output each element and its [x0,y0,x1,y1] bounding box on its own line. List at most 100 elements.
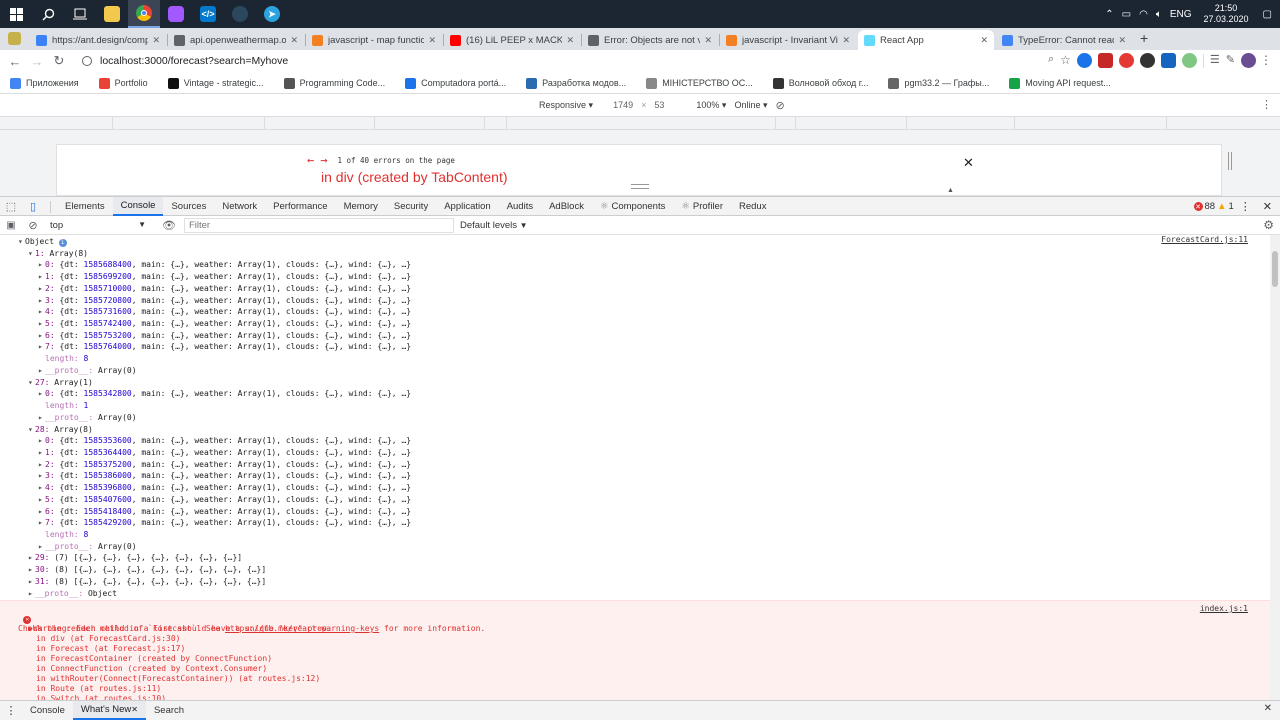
extension-new-icon[interactable] [1160,53,1176,68]
rotate-icon[interactable]: ⊘ [775,99,784,112]
extension-pin-icon[interactable] [8,32,21,45]
react-keys-link[interactable]: https://fb.me/react-warning-keys [225,624,379,633]
windows-start-icon[interactable] [0,0,32,28]
device-height-input[interactable]: 53 [654,100,664,110]
source-link[interactable]: ForecastCard.js:11 [1161,235,1248,244]
expand-triangle-icon[interactable]: ▸ [38,435,45,447]
console-tree-row[interactable]: ▾ 27: Array(1) [28,377,93,389]
browser-tab[interactable]: api.openweathermap.org/d✕ [168,30,304,50]
devtools-tab-adblock[interactable]: AdBlock [541,197,592,216]
zoom-icon[interactable]: ⌕ [1048,53,1054,68]
expand-triangle-icon[interactable]: ▸ [28,576,35,588]
console-tree-row[interactable]: ▸ 5: {dt: 1585407600, main: {…}, weather:… [38,494,411,506]
console-tree-row[interactable]: ▸ 3: {dt: 1585386000, main: {…}, weather:… [38,470,411,482]
expand-triangle-icon[interactable]: ▸ [28,552,35,564]
device-width-input[interactable]: 1749 [613,100,633,110]
collapse-triangle-icon[interactable]: ▾ [18,236,25,248]
expand-triangle-icon[interactable]: ▸ [38,541,45,553]
expand-triangle-icon[interactable]: ▸ [38,412,45,424]
bookmark-star-icon[interactable]: ☆ [1060,53,1071,68]
console-tree-row[interactable]: ▸ __proto__: Array(0) [38,412,137,424]
devtools-tab-components[interactable]: ⚛ Components [592,197,673,216]
collapse-triangle-icon[interactable]: ▾ [28,248,35,260]
network-throttle-select[interactable]: Online ▾ [734,100,767,111]
next-error-icon[interactable]: → [320,153,327,167]
console-tree-row[interactable]: ▾ Object i [18,236,67,248]
bookmark-item[interactable]: Programming Code... [283,77,385,89]
expand-triangle-icon[interactable]: ▸ [38,318,45,330]
console-tree-row[interactable]: ▸ 4: {dt: 1585731600, main: {…}, weather:… [38,306,411,318]
chevron-up-icon[interactable]: ⌃ [1105,9,1113,20]
browser-tab[interactable]: javascript - Invariant Violat ✕ [720,30,856,50]
console-tree-row[interactable]: ▸ __proto__: Array(0) [38,365,137,377]
error-count-badge[interactable]: ✕ 88 ▲ 1 [1193,201,1234,212]
page-info-icon[interactable] [82,56,92,66]
resize-handle-bottom[interactable] [631,184,649,189]
tab-close-icon[interactable]: ✕ [842,35,850,46]
expand-triangle-icon[interactable]: ▸ [38,295,45,307]
forward-icon[interactable]: → [26,50,48,72]
console-tree-row[interactable]: ▾ 28: Array(8) [28,424,93,436]
expand-triangle-icon[interactable]: ▸ [38,283,45,295]
notifications-icon[interactable]: ▢ [1263,9,1272,20]
extension-camera-icon[interactable] [1097,53,1113,68]
expand-triangle-icon[interactable]: ▸ [38,388,45,400]
console-tree-row[interactable]: ▸ 5: {dt: 1585742400, main: {…}, weather:… [38,318,411,330]
collapse-triangle-icon[interactable]: ▾ [28,377,35,389]
expand-triangle-icon[interactable]: ▸ [38,459,45,471]
avatar[interactable] [1241,53,1256,68]
devtools-tab-application[interactable]: Application [436,197,498,216]
clear-console-icon[interactable]: ⊘ [22,219,44,232]
console-tree-row[interactable]: ▸ 1: {dt: 1585364400, main: {…}, weather:… [38,447,411,459]
previous-error-icon[interactable]: ← [307,153,314,167]
bookmark-item[interactable]: Волновой обход г... [772,77,868,89]
figma-icon[interactable] [160,0,192,28]
drawer-tab[interactable]: Search [146,701,192,720]
console-scrollbar[interactable] [1270,235,1280,700]
browser-tab[interactable]: React App ✕ [858,30,994,50]
devtools-tab-elements[interactable]: Elements [57,197,113,216]
bookmark-item[interactable]: Moving API request... [1009,77,1111,89]
tab-close-icon[interactable]: ✕ [704,35,712,46]
console-settings-icon[interactable]: ⚙ [1263,218,1274,232]
browser-tab[interactable]: (16) LiL PEEP x MACKM ✕ [444,30,580,50]
bookmark-item[interactable]: Vintage - strategic... [167,77,264,89]
expand-triangle-icon[interactable]: ▸ [38,259,45,271]
extension-opera-icon[interactable] [1118,53,1134,68]
console-tree-row[interactable]: ▸ 0: {dt: 1585688400, main: {…}, weather:… [38,259,411,271]
expand-triangle-icon[interactable]: ▸ [38,470,45,482]
devtools-close-icon[interactable]: ✕ [1263,200,1272,213]
extension-shield-icon[interactable] [1076,53,1092,68]
devtools-tab-performance[interactable]: Performance [265,197,335,216]
scroll-up-icon[interactable]: ▲ [947,187,954,194]
volume-icon[interactable]: 🔈︎ [1156,9,1162,20]
live-expression-icon[interactable]: 👁︎ [162,219,176,232]
telegram-icon[interactable]: ➤ [256,0,288,28]
console-tree-row[interactable]: ▾ 1: Array(8) [28,248,88,260]
close-overlay-icon[interactable]: ✕ [963,155,974,171]
devtools-tab-console[interactable]: Console [112,197,164,216]
expand-triangle-icon[interactable]: ▸ [38,330,45,342]
expand-triangle-icon[interactable]: ▸ [28,564,35,576]
browser-tab[interactable]: TypeError: Cannot read pro ✕ [996,30,1132,50]
extension-menu-icon[interactable]: ☰ [1210,53,1220,68]
console-tree-row[interactable]: ▸ 6: {dt: 1585418400, main: {…}, weather:… [38,506,411,518]
console-tree-row[interactable]: ▸ 7: {dt: 1585429200, main: {…}, weather:… [38,517,411,529]
chrome-menu-icon[interactable]: ⋮ [1260,53,1272,67]
bookmark-item[interactable]: Разработка модов... [526,77,626,89]
devtools-tab-memory[interactable]: Memory [336,197,386,216]
bookmark-item[interactable]: МІНІСТЕРСТВО ОС... [646,77,753,89]
console-tree-row[interactable]: ▸ 0: {dt: 1585342800, main: {…}, weather:… [38,388,411,400]
steam-icon[interactable] [224,0,256,28]
tab-close-icon[interactable]: ✕ [152,35,160,46]
new-tab-button[interactable]: + [1140,30,1148,46]
browser-tab[interactable]: javascript - map function f✕ [306,30,442,50]
info-icon[interactable]: i [58,239,67,247]
expand-triangle-icon[interactable]: ▸ [38,447,45,459]
drawer-tab[interactable]: Console [22,701,73,720]
console-tree-row[interactable]: ▸ 30: (8) [{…}, {…}, {…}, {…}, {…}, {…}, … [28,564,266,576]
wifi-icon[interactable]: ◠ [1139,9,1148,20]
bookmark-item[interactable]: pgm33.2 — Графы... [888,77,989,89]
console-tree-row[interactable]: ▸ 7: {dt: 1585764000, main: {…}, weather:… [38,341,411,353]
back-icon[interactable]: ← [4,50,26,72]
